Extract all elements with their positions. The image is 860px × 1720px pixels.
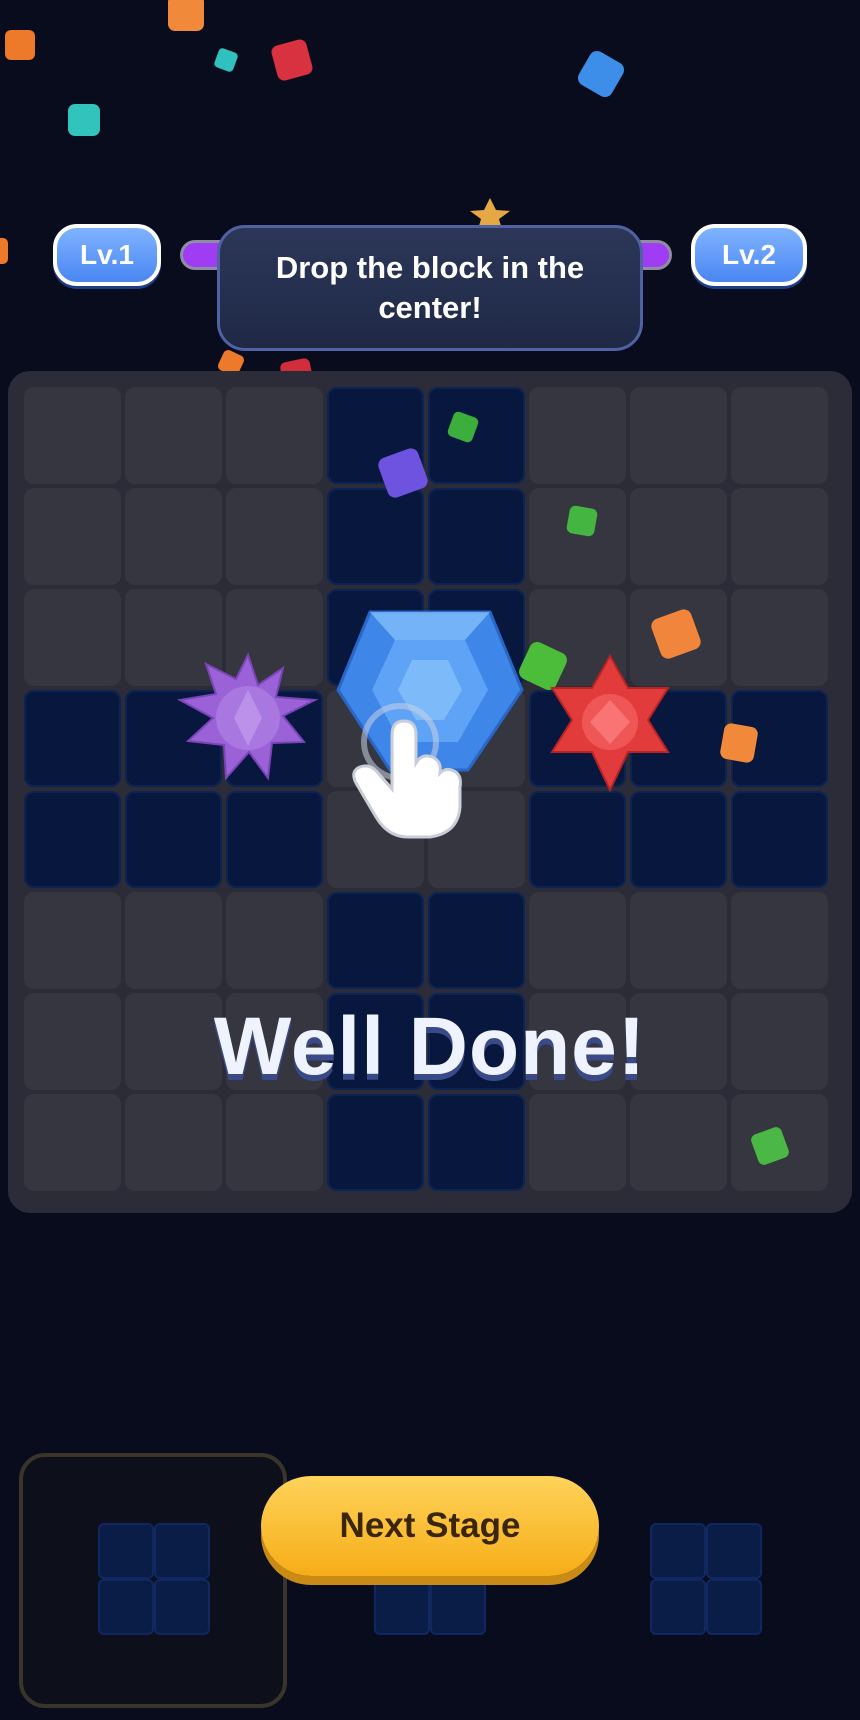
- confetti-orange-cube: [651, 609, 701, 659]
- well-done-headline: Well Done!: [213, 1001, 647, 1092]
- confetti-purple-cube: [378, 448, 428, 498]
- tray-piece-block[interactable]: [154, 1579, 210, 1635]
- tray-piece-block[interactable]: [706, 1523, 762, 1579]
- tray-piece-block[interactable]: [374, 1579, 430, 1635]
- selected-piece-slot[interactable]: [19, 1453, 287, 1708]
- confetti-orange-cube: [720, 723, 758, 763]
- game-screen: Lv.1 Lv.2 Drop the block in the center!: [0, 0, 860, 1720]
- red-star-gem: [550, 653, 670, 793]
- tray-piece-block[interactable]: [650, 1579, 706, 1635]
- tray-piece-block[interactable]: [706, 1579, 762, 1635]
- tray-piece-block[interactable]: [650, 1523, 706, 1579]
- tray-piece-block[interactable]: [430, 1579, 486, 1635]
- tray-piece-block[interactable]: [98, 1523, 154, 1579]
- purple-star-gem: [176, 652, 319, 781]
- confetti-green-cube: [519, 642, 567, 690]
- confetti-green-cube: [447, 411, 479, 443]
- next-stage-button[interactable]: Next Stage: [261, 1476, 599, 1576]
- confetti-green-cube: [566, 505, 598, 537]
- tray-piece-block[interactable]: [98, 1579, 154, 1635]
- tray-piece-block[interactable]: [154, 1523, 210, 1579]
- confetti-green-cube: [751, 1127, 789, 1165]
